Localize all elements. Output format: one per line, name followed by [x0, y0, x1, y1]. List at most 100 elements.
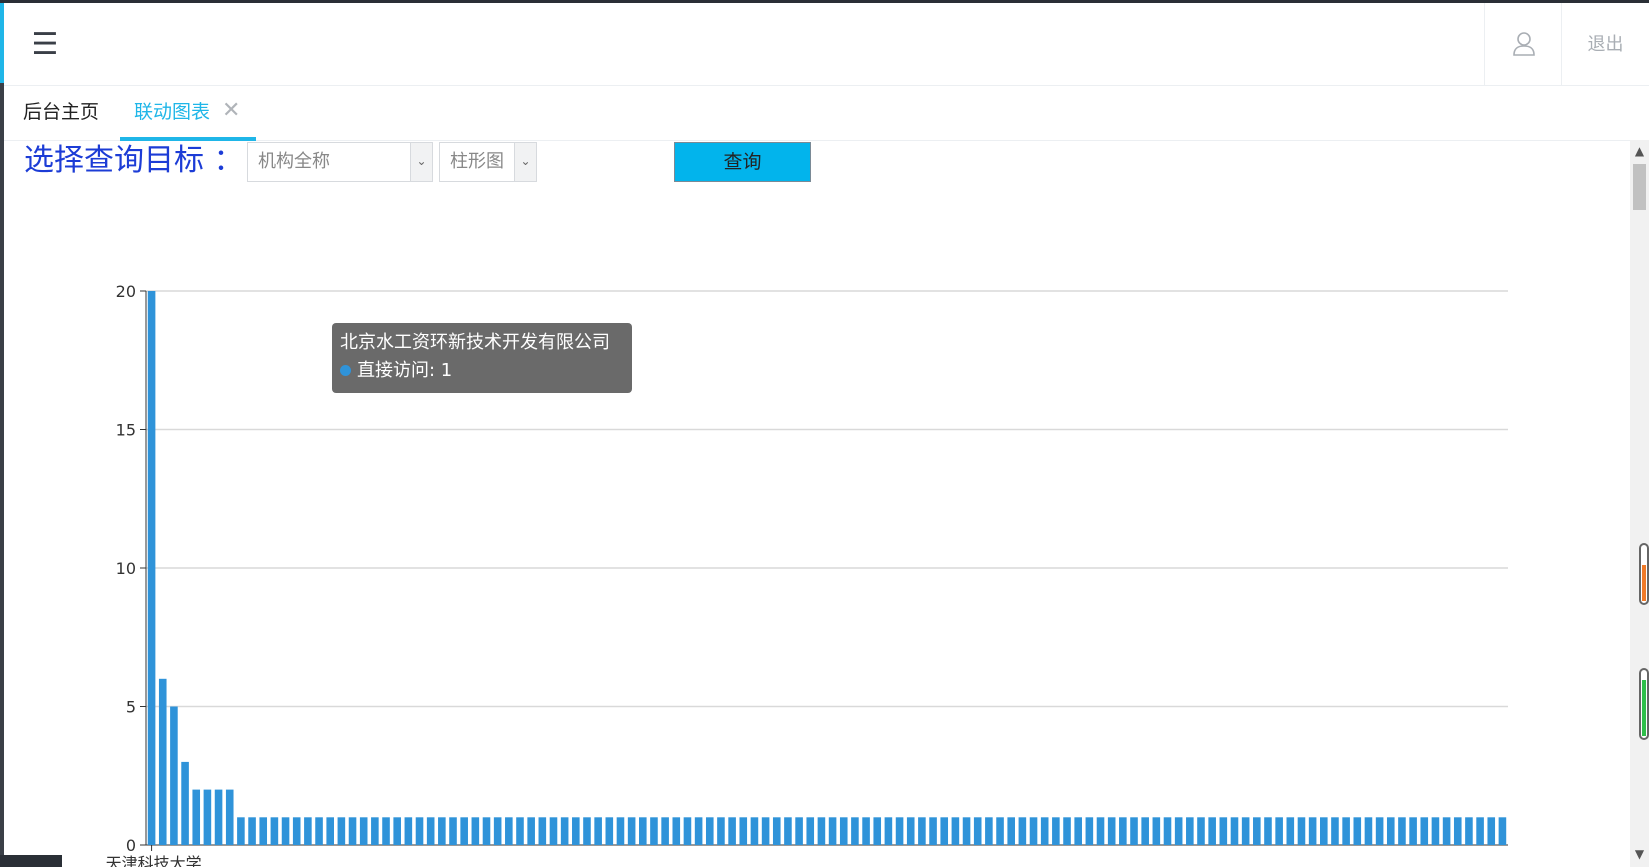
logout-button[interactable]: 退出: [1561, 3, 1649, 86]
bar[interactable]: [214, 789, 223, 845]
bar[interactable]: [728, 817, 736, 845]
bar[interactable]: [359, 817, 368, 845]
bar[interactable]: [170, 706, 178, 846]
bar[interactable]: [415, 817, 424, 845]
bar[interactable]: [1275, 817, 1283, 845]
bar[interactable]: [1442, 817, 1451, 845]
bar[interactable]: [761, 817, 770, 845]
scroll-thumb[interactable]: [1633, 164, 1646, 210]
bar[interactable]: [683, 817, 692, 845]
bar[interactable]: [839, 817, 848, 845]
bar[interactable]: [627, 817, 636, 845]
bar[interactable]: [1342, 817, 1350, 845]
bar[interactable]: [538, 817, 547, 845]
bar[interactable]: [672, 817, 681, 845]
bar[interactable]: [393, 817, 401, 845]
bar[interactable]: [225, 789, 234, 845]
bar[interactable]: [1018, 817, 1027, 845]
bar[interactable]: [426, 817, 435, 845]
bar[interactable]: [1331, 817, 1339, 845]
bar[interactable]: [281, 817, 290, 845]
bar[interactable]: [594, 817, 602, 845]
bar[interactable]: [962, 817, 971, 845]
bar[interactable]: [973, 817, 982, 845]
scroll-up-arrow-icon[interactable]: ▲: [1630, 142, 1649, 160]
bar[interactable]: [638, 817, 647, 845]
bar[interactable]: [505, 817, 513, 845]
bar[interactable]: [337, 817, 346, 845]
bar[interactable]: [1029, 817, 1038, 845]
bar[interactable]: [906, 817, 915, 845]
bar[interactable]: [1453, 817, 1462, 845]
bar[interactable]: [1197, 817, 1205, 845]
bar[interactable]: [449, 817, 457, 845]
bar[interactable]: [1186, 817, 1194, 845]
bar[interactable]: [1107, 817, 1116, 845]
bar[interactable]: [873, 817, 882, 845]
bar[interactable]: [493, 817, 502, 845]
scroll-down-arrow-icon[interactable]: ▼: [1630, 845, 1649, 863]
query-button[interactable]: 查询: [674, 142, 811, 182]
bar[interactable]: [1141, 817, 1149, 845]
bar[interactable]: [1476, 817, 1484, 845]
bar[interactable]: [1074, 817, 1082, 845]
bar[interactable]: [717, 817, 725, 845]
bar[interactable]: [851, 817, 859, 845]
close-icon[interactable]: ✕: [222, 86, 240, 136]
bar[interactable]: [248, 817, 256, 845]
bar[interactable]: [147, 291, 156, 845]
bar[interactable]: [471, 817, 480, 845]
menu-toggle-icon[interactable]: ☰: [30, 28, 60, 62]
bar[interactable]: [828, 817, 837, 845]
bar[interactable]: [996, 817, 1004, 845]
vertical-scrollbar[interactable]: ▲ ▼: [1630, 140, 1649, 867]
bar[interactable]: [705, 817, 714, 845]
bar[interactable]: [1152, 817, 1161, 845]
bar[interactable]: [158, 678, 167, 845]
bar[interactable]: [192, 789, 201, 845]
bar[interactable]: [1085, 817, 1094, 845]
bar[interactable]: [259, 817, 268, 845]
bar[interactable]: [181, 761, 189, 845]
bar[interactable]: [1375, 817, 1384, 845]
tab-home[interactable]: 后台主页: [23, 86, 99, 141]
bar[interactable]: [1353, 817, 1362, 845]
bar[interactable]: [482, 817, 491, 845]
chart-type-select[interactable]: 柱形图 ⌄: [439, 142, 537, 182]
bar[interactable]: [750, 817, 759, 845]
bar[interactable]: [1230, 817, 1239, 845]
bar[interactable]: [237, 817, 245, 845]
bar[interactable]: [1253, 817, 1261, 845]
bar[interactable]: [940, 817, 949, 845]
bar[interactable]: [460, 817, 468, 845]
bar[interactable]: [404, 817, 413, 845]
bar[interactable]: [1319, 817, 1328, 845]
bar[interactable]: [1119, 817, 1127, 845]
bar[interactable]: [1498, 817, 1507, 845]
bar[interactable]: [1386, 817, 1395, 845]
bar[interactable]: [326, 817, 335, 845]
bar[interactable]: [549, 817, 558, 845]
bar[interactable]: [918, 817, 926, 845]
bar[interactable]: [951, 817, 960, 845]
bar[interactable]: [382, 817, 390, 845]
bar[interactable]: [1007, 817, 1016, 845]
bar[interactable]: [661, 817, 669, 845]
datazoom-handle-bottom[interactable]: [1639, 668, 1649, 740]
bar[interactable]: [985, 817, 993, 845]
bar[interactable]: [739, 817, 748, 845]
bar[interactable]: [694, 817, 703, 845]
bar[interactable]: [1040, 817, 1049, 845]
bar[interactable]: [1052, 817, 1060, 845]
bar[interactable]: [1130, 817, 1138, 845]
bar[interactable]: [929, 817, 937, 845]
bar[interactable]: [784, 817, 792, 845]
bar[interactable]: [817, 817, 826, 845]
org-name-select[interactable]: 机构全称 ⌄: [247, 142, 433, 182]
bar[interactable]: [572, 817, 580, 845]
bar[interactable]: [1420, 817, 1429, 845]
bar[interactable]: [1063, 817, 1071, 845]
bar[interactable]: [348, 817, 357, 845]
bar[interactable]: [605, 817, 614, 845]
tab-linked-chart[interactable]: 联动图表 ✕: [120, 86, 256, 141]
